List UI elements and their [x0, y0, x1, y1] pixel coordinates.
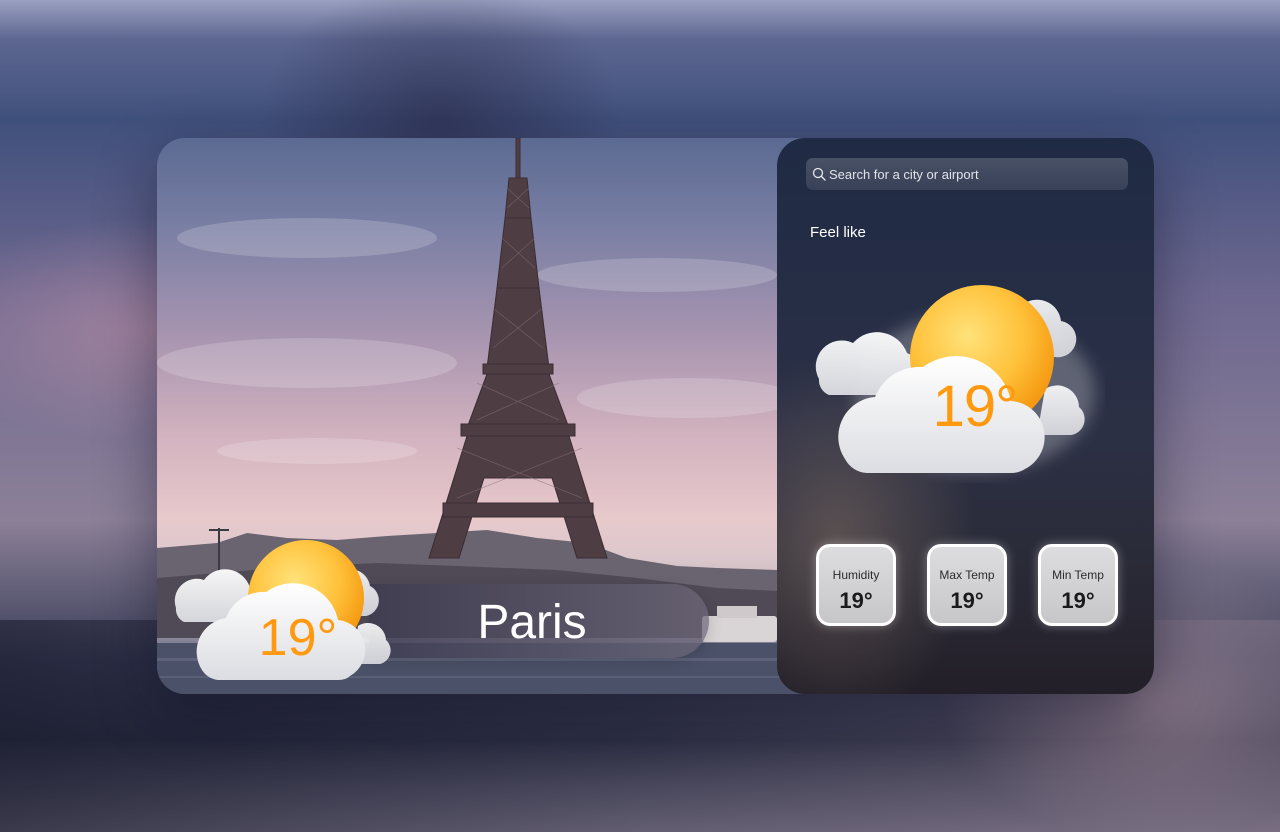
min-temp-value: 19° — [1061, 588, 1095, 613]
search-bar[interactable] — [806, 158, 1128, 190]
feels-like-temperature: 19° — [932, 374, 1019, 439]
weather-card: Paris 19° Feel like — [157, 138, 1154, 694]
search-icon — [812, 167, 826, 181]
details-panel: Feel like — [777, 138, 1154, 694]
city-name: Paris — [477, 596, 587, 649]
humidity-card: Humidity 19° — [816, 544, 896, 626]
max-temp-label: Max Temp — [939, 568, 995, 582]
max-temp-card: Max Temp 19° — [927, 544, 1007, 626]
feels-like-title: Feel like — [810, 224, 866, 241]
humidity-value: 19° — [839, 588, 873, 613]
search-input[interactable] — [829, 166, 1119, 182]
humidity-label: Humidity — [832, 568, 880, 582]
city-temperature: 19° — [258, 609, 338, 667]
min-temp-card: Min Temp 19° — [1038, 544, 1118, 626]
min-temp-label: Min Temp — [1052, 568, 1104, 582]
max-temp-value: 19° — [950, 588, 984, 613]
